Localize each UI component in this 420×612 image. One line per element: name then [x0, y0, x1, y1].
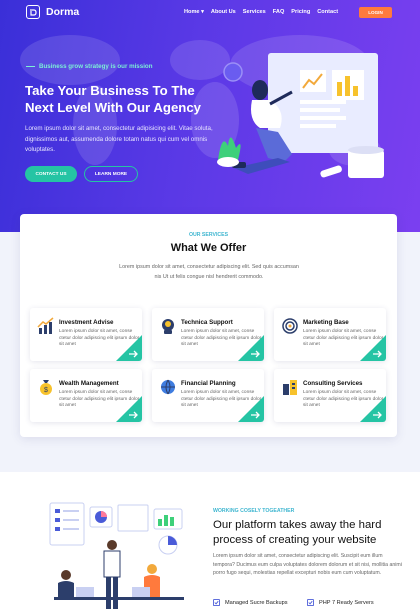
service-title: Marketing Base [303, 319, 349, 326]
nav-item-home[interactable]: Home ▾ [184, 9, 204, 15]
platform-title: Our platform takes away the hard process… [213, 519, 382, 546]
arrow-right-icon[interactable] [238, 396, 264, 422]
hero-title: Take Your Business To The Next Level Wit… [25, 83, 201, 115]
service-title: Financial Planning [181, 380, 236, 387]
services-description: Lorem ipsum dolor sit amet, consectetur … [119, 264, 299, 280]
hero-illustration [217, 53, 384, 178]
service-title: Wealth Management [59, 380, 119, 387]
learn-more-button[interactable]: LEARN MORE [84, 166, 138, 182]
nav-item-services[interactable]: Services [243, 9, 266, 15]
support-icon [162, 319, 174, 334]
logo-icon [26, 5, 40, 19]
top-navbar: Dorma Home ▾ About Us Services FAQ Prici… [0, 0, 420, 26]
arrow-right-icon[interactable] [116, 396, 142, 422]
nav-item-pricing[interactable]: Pricing [291, 9, 310, 15]
check-item-backups: Managed Sucre Backups [213, 599, 288, 606]
tagline-text: Business grow strategy is our mission [39, 63, 153, 70]
target-icon [282, 318, 298, 334]
arrow-right-icon[interactable] [238, 335, 264, 361]
checkbox-icon [213, 599, 220, 606]
service-card-investment[interactable]: Investment Advise Lorem ipsum dolor sit … [30, 308, 142, 361]
brand-name: Dorma [46, 6, 80, 18]
svg-text:$: $ [44, 387, 48, 394]
nav-item-contact[interactable]: Contact [317, 9, 338, 15]
platform-description: Lorem ipsum dolor sit amet, consectetur … [213, 553, 402, 577]
globe-icon [161, 379, 175, 395]
check-label: PHP 7 Ready Servers [319, 599, 374, 606]
service-card-consulting[interactable]: Consulting Services Lorem ipsum dolor si… [274, 369, 386, 422]
arrow-right-icon[interactable] [116, 335, 142, 361]
brand-logo[interactable]: Dorma [26, 5, 79, 19]
service-card-support[interactable]: Technica Support Lorem ipsum dolor sit a… [152, 308, 264, 361]
service-title: Investment Advise [59, 319, 114, 326]
hero-tagline: Business grow strategy is our mission [26, 63, 152, 70]
hero-section: Dorma Home ▾ About Us Services FAQ Prici… [0, 0, 420, 232]
check-label: Managed Sucre Backups [225, 599, 288, 606]
service-card-marketing[interactable]: Marketing Base Lorem ipsum dolor sit ame… [274, 308, 386, 361]
services-card: OUR SERVICES What We Offer Lorem ipsum d… [20, 214, 397, 437]
money-bag-icon: $ [40, 380, 52, 395]
services-eyebrow: OUR SERVICES [188, 232, 229, 238]
service-title: Technica Support [181, 319, 233, 326]
building-icon [283, 380, 297, 395]
main-menu: Home ▾ About Us Services FAQ Pricing Con… [184, 9, 345, 15]
team-illustration [49, 502, 184, 609]
arrow-right-icon[interactable] [360, 396, 386, 422]
arrow-right-icon[interactable] [360, 335, 386, 361]
service-title: Consulting Services [303, 380, 363, 387]
hero-description: Lorem ipsum dolor sit amet, consectetur … [25, 125, 213, 153]
check-item-php: PHP 7 Ready Servers [307, 599, 374, 606]
contact-us-button[interactable]: CONTACT US [25, 166, 77, 182]
services-title: What We Offer [170, 242, 247, 254]
checkbox-icon [307, 599, 314, 606]
nav-item-faq[interactable]: FAQ [273, 9, 285, 15]
tagline-dash [26, 65, 35, 68]
login-button[interactable]: LOGIN [359, 7, 392, 18]
platform-eyebrow: WORKING COSELY TOGEATHER [213, 508, 295, 514]
service-card-financial[interactable]: Financial Planning Lorem ipsum dolor sit… [152, 369, 264, 422]
service-card-wealth[interactable]: $ Wealth Management Lorem ipsum dolor si… [30, 369, 142, 422]
nav-item-about[interactable]: About Us [211, 9, 236, 15]
chart-icon [37, 317, 54, 334]
